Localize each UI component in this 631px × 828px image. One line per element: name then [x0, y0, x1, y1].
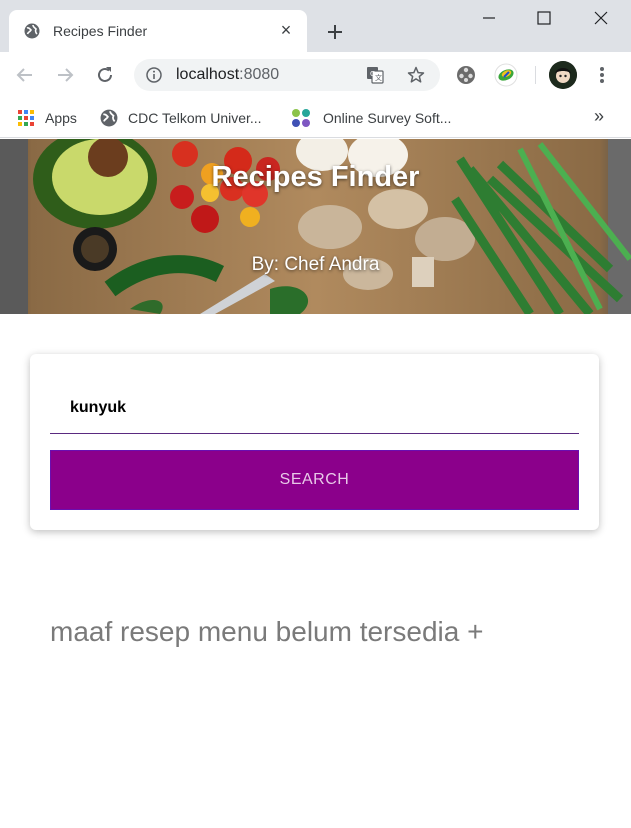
page-title: Recipes Finder — [211, 161, 420, 193]
reload-icon[interactable] — [93, 63, 117, 87]
close-tab-icon[interactable]: × — [275, 19, 297, 41]
globe-icon — [100, 109, 118, 127]
film-reel-extension-icon[interactable] — [454, 63, 478, 87]
browser-tab[interactable]: Recipes Finder × — [9, 10, 307, 52]
forward-arrow-icon[interactable] — [53, 63, 77, 87]
bookmark-cdc-telkom[interactable]: CDC Telkom Univer... — [100, 108, 262, 128]
survey-logo-icon — [292, 109, 310, 127]
address-bar[interactable]: localhost:8080 G 文 — [134, 59, 440, 91]
maximize-icon[interactable] — [532, 6, 556, 30]
tab-title: Recipes Finder — [53, 23, 148, 39]
avatar-icon — [549, 61, 577, 89]
search-card: SEARCH — [30, 354, 599, 530]
hero-banner: Recipes Finder By: Chef Andra — [0, 139, 631, 314]
bookmark-label: CDC Telkom Univer... — [128, 110, 262, 126]
bookmark-star-icon[interactable] — [406, 65, 426, 85]
bookmark-apps[interactable]: Apps — [17, 108, 77, 128]
download-manager-extension-icon[interactable] — [494, 63, 518, 87]
svg-text:文: 文 — [375, 73, 382, 82]
search-button[interactable]: SEARCH — [50, 450, 579, 510]
page-subtitle: By: Chef Andra — [251, 254, 380, 275]
url-host: localhost — [176, 66, 240, 83]
search-input[interactable] — [50, 382, 579, 434]
globe-icon — [24, 23, 40, 39]
bookmark-label: Apps — [45, 110, 77, 126]
minimize-icon[interactable] — [477, 6, 501, 30]
url-port: :8080 — [239, 66, 280, 83]
bookmark-label: Online Survey Soft... — [323, 110, 452, 126]
new-tab-plus-icon[interactable] — [323, 20, 347, 44]
more-vert-menu-icon[interactable] — [592, 63, 612, 87]
bookmarks-overflow-icon[interactable]: » — [594, 106, 604, 127]
toolbar-divider — [535, 66, 536, 84]
bookmark-online-survey[interactable]: Online Survey Soft... — [291, 108, 451, 128]
browser-tab-strip: Recipes Finder × — [0, 0, 631, 52]
profile-avatar[interactable] — [549, 61, 577, 89]
back-arrow-icon[interactable] — [13, 63, 37, 87]
url-text[interactable]: localhost:8080 — [176, 66, 279, 84]
browser-toolbar: localhost:8080 G 文 — [0, 52, 631, 98]
no-results-message: maaf resep menu belum tersedia + — [50, 616, 484, 647]
close-window-icon[interactable] — [589, 6, 613, 30]
translate-icon[interactable]: G 文 — [366, 66, 384, 84]
bookmarks-bar: Apps CDC Telkom Univer... Online Survey … — [0, 98, 631, 138]
apps-grid-icon — [18, 110, 34, 126]
info-icon[interactable] — [146, 67, 162, 83]
